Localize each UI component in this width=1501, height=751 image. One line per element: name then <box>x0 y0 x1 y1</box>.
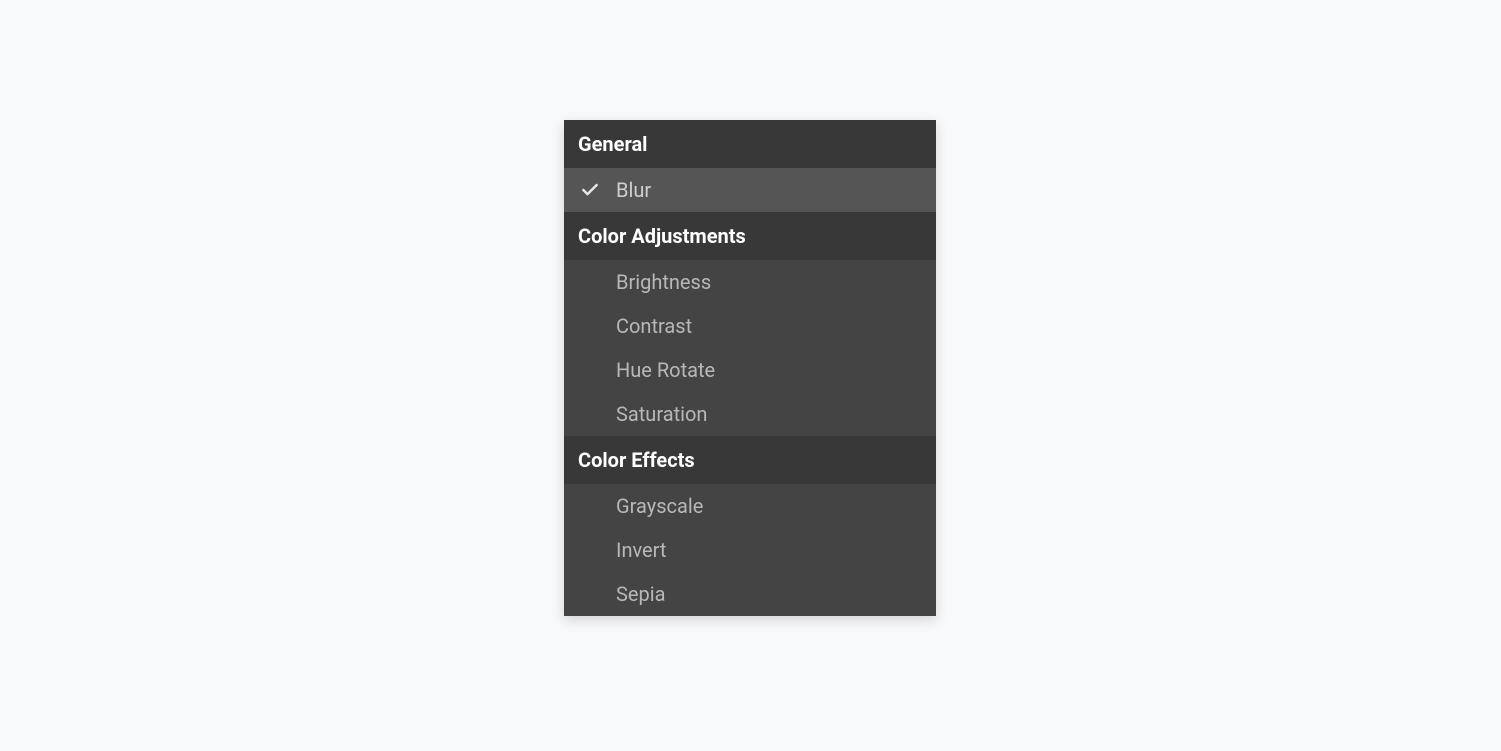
menu-item-label: Blur <box>616 178 651 202</box>
filter-menu: General Blur Color Adjustments Brightnes… <box>564 120 936 616</box>
menu-item-label: Brightness <box>616 270 711 294</box>
menu-item-invert[interactable]: Invert <box>564 528 936 572</box>
menu-item-hue-rotate[interactable]: Hue Rotate <box>564 348 936 392</box>
check-slot-empty <box>578 538 602 562</box>
check-slot-empty <box>578 402 602 426</box>
menu-item-blur[interactable]: Blur <box>564 168 936 212</box>
menu-item-label: Invert <box>616 538 666 562</box>
menu-item-brightness[interactable]: Brightness <box>564 260 936 304</box>
menu-item-label: Sepia <box>616 582 665 606</box>
menu-item-label: Hue Rotate <box>616 358 715 382</box>
menu-item-sepia[interactable]: Sepia <box>564 572 936 616</box>
menu-item-label: Saturation <box>616 402 707 426</box>
menu-item-label: Contrast <box>616 314 692 338</box>
group-header-label: Color Effects <box>578 448 695 472</box>
menu-item-contrast[interactable]: Contrast <box>564 304 936 348</box>
check-slot-empty <box>578 494 602 518</box>
group-header-general: General <box>564 120 936 168</box>
group-header-label: Color Adjustments <box>578 224 746 248</box>
check-slot-empty <box>578 582 602 606</box>
check-slot-empty <box>578 314 602 338</box>
group-header-label: General <box>578 132 647 156</box>
menu-item-saturation[interactable]: Saturation <box>564 392 936 436</box>
menu-item-grayscale[interactable]: Grayscale <box>564 484 936 528</box>
check-icon <box>578 178 602 202</box>
group-header-color-effects: Color Effects <box>564 436 936 484</box>
menu-item-label: Grayscale <box>616 494 703 518</box>
check-slot-empty <box>578 270 602 294</box>
check-slot-empty <box>578 358 602 382</box>
group-header-color-adjustments: Color Adjustments <box>564 212 936 260</box>
